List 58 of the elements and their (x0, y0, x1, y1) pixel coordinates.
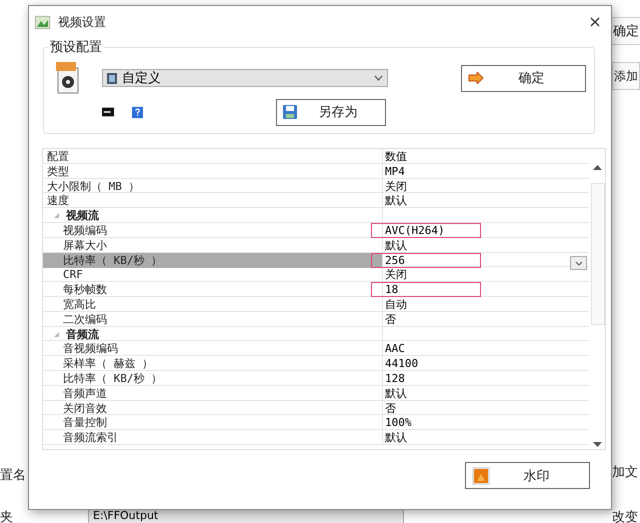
property-value[interactable]: 默认 (383, 386, 589, 401)
chevron-down-icon (374, 75, 383, 81)
property-name[interactable]: 每秒帧数 (43, 282, 383, 298)
preset-name-label: 置名 (0, 467, 26, 484)
preset-select[interactable]: 自定义 (102, 69, 388, 87)
property-value[interactable]: 关闭 (383, 267, 589, 282)
change-button[interactable]: 改变 (612, 508, 638, 523)
ok-button[interactable]: 确定 (461, 64, 586, 92)
property-value[interactable]: 默认 (383, 193, 589, 208)
property-value[interactable]: 否 (383, 400, 589, 416)
property-name[interactable]: 采样率（ 赫兹 ） (43, 356, 383, 372)
property-name[interactable]: 大小限制（ MB ） (43, 178, 383, 194)
property-name[interactable]: 速度 (43, 193, 383, 208)
property-value[interactable]: AAC (383, 341, 589, 356)
video-file-icon (56, 62, 80, 94)
column-header: 数值 (384, 149, 408, 164)
property-name[interactable]: 宽高比 (43, 296, 383, 312)
folder-label: 夹 (0, 509, 13, 523)
group-title: 预设配置 (49, 39, 103, 56)
property-name[interactable]: 音频流索引 (43, 430, 383, 446)
property-name[interactable]: 二次编码 (43, 312, 383, 327)
watermark-button[interactable]: 水印 (465, 462, 590, 489)
property-value[interactable]: 44100 (383, 356, 589, 372)
arrow-right-icon (468, 72, 484, 84)
property-name[interactable]: 音量控制 (43, 415, 383, 430)
property-value[interactable]: 自动 (383, 296, 589, 312)
save-as-button[interactable]: 另存为 (276, 98, 386, 126)
add-file-button[interactable]: 添加 (612, 62, 640, 90)
add-file-button[interactable]: 加文 (612, 463, 638, 481)
property-name[interactable]: 视频编码 (43, 222, 383, 238)
terminal-icon (102, 107, 114, 117)
close-icon (590, 17, 600, 27)
property-name[interactable]: 关闭音效 (43, 400, 383, 416)
dropdown-button[interactable] (570, 256, 587, 270)
help-icon (132, 106, 144, 118)
window-title: 视频设置 (58, 14, 107, 30)
property-name[interactable]: 音视频编码 (43, 341, 383, 356)
property-value[interactable]: 默认 (383, 430, 589, 446)
property-value[interactable]: 128 (383, 370, 589, 386)
property-value[interactable]: 100% (383, 415, 589, 430)
property-value[interactable]: MP4 (383, 164, 589, 179)
image-icon (472, 466, 490, 484)
property-name[interactable]: 比特率（ KB/秒 ） (43, 252, 383, 268)
property-name[interactable]: 比特率（ KB/秒 ） (43, 370, 383, 386)
property-name[interactable]: 音频声道 (43, 386, 383, 401)
property-value[interactable]: 关闭 (383, 178, 589, 194)
property-name[interactable]: CRF (43, 267, 383, 282)
scroll-down-icon[interactable] (592, 442, 602, 447)
chevron-down-icon (574, 260, 582, 266)
property-value[interactable]: 默认 (383, 238, 589, 253)
scroll-up-icon[interactable] (592, 165, 602, 170)
property-value[interactable]: 否 (383, 312, 589, 327)
app-icon (35, 16, 50, 28)
category-name: 音频流 (66, 326, 99, 342)
scrollbar-thumb[interactable] (591, 183, 605, 325)
category-name: 视频流 (66, 208, 99, 224)
property-name[interactable]: 类型 (43, 164, 383, 179)
column-header: 配置 (43, 149, 383, 164)
